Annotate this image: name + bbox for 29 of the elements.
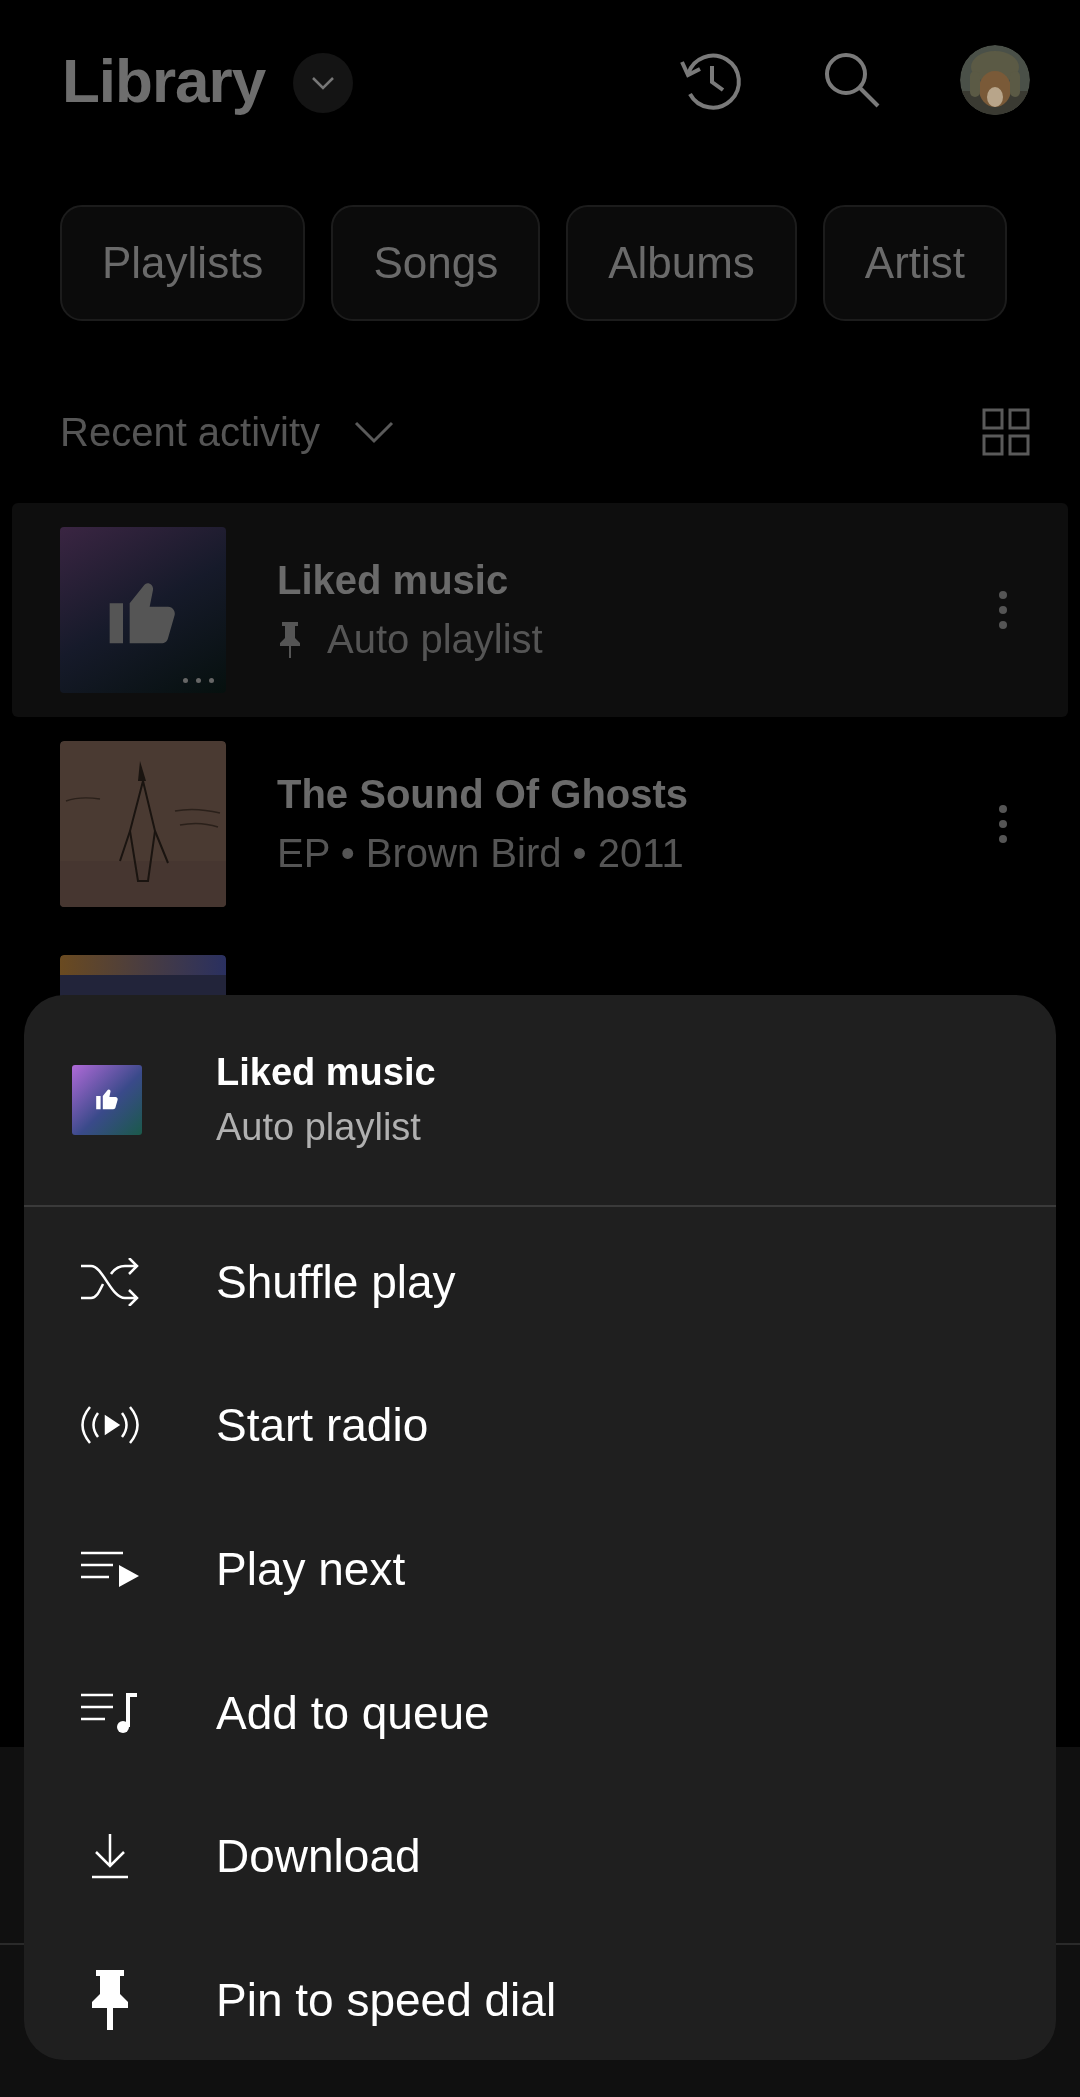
shuffle-icon xyxy=(79,1257,141,1306)
filter-chip[interactable]: Artist xyxy=(822,205,1008,321)
item-subtitle: EP • Brown Bird • 2011 xyxy=(277,831,684,876)
play-next-icon xyxy=(79,1549,141,1589)
menu-item[interactable]: Download xyxy=(24,1784,1056,1928)
menu-item[interactable]: Start radio xyxy=(24,1353,1056,1498)
menu-item[interactable]: Pin to speed dial xyxy=(24,1927,1056,2072)
item-title: Liked music xyxy=(277,558,510,603)
filter-chip[interactable]: Songs xyxy=(331,205,541,321)
sheet-subtitle: Auto playlist xyxy=(216,1106,422,1149)
more-options-icon[interactable] xyxy=(998,804,1008,844)
sheet-title: Liked music xyxy=(216,1051,436,1094)
more-options-icon[interactable] xyxy=(998,590,1008,630)
menu-item[interactable]: Play next xyxy=(24,1497,1056,1641)
item-subtitle: Auto playlist xyxy=(327,617,543,662)
menu-item[interactable]: Shuffle play xyxy=(24,1210,1056,1354)
liked-music-icon xyxy=(72,1065,142,1135)
pin-icon xyxy=(90,1969,130,2030)
list-row-highlight[interactable]: Liked music Auto playlist xyxy=(12,503,1068,717)
download-icon xyxy=(90,1832,130,1881)
filter-chip[interactable]: Albums xyxy=(566,205,797,321)
chevron-down-icon[interactable] xyxy=(354,420,395,444)
chevron-down-icon xyxy=(310,75,337,91)
search-icon[interactable] xyxy=(822,50,882,110)
filter-chip[interactable]: Playlists xyxy=(60,205,306,321)
item-title: The Sound Of Ghosts xyxy=(277,772,689,817)
menu-item[interactable]: Add to queue xyxy=(24,1640,1056,1785)
page-title: Library xyxy=(62,44,266,116)
grid-view-icon[interactable] xyxy=(982,408,1030,456)
